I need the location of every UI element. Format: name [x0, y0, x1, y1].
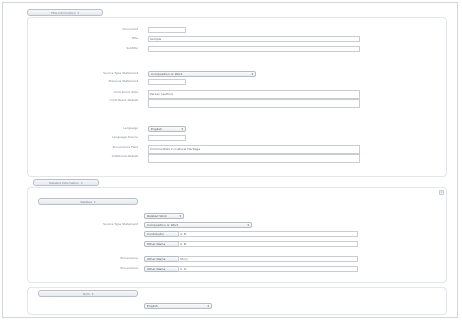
- previous-statement-field[interactable]: [148, 79, 186, 85]
- additional-details-label: Additional Details: [111, 154, 138, 158]
- title-information-section: Document Title Sample Subtitle Source Ty…: [27, 17, 447, 177]
- contributor-details-label: Contributor Details: [109, 98, 138, 102]
- language-source-label: Language Source: [111, 135, 138, 139]
- term-value: English: [147, 304, 158, 308]
- contributor-role-label: Contributor Role: [113, 90, 138, 94]
- chevron-down-icon: ▾: [247, 223, 249, 227]
- title-information-tab[interactable]: Title Information ▾: [27, 9, 103, 16]
- provenance-field[interactable]: Communities in Cultural Heritage: [148, 145, 360, 154]
- chevron-down-icon: ▾: [251, 72, 253, 76]
- term-select[interactable]: English ▾: [144, 303, 212, 309]
- tab-label: Related: [80, 199, 92, 204]
- chevron-down-icon: ▾: [207, 304, 209, 308]
- provenance-type-value: Other Name: [147, 257, 166, 261]
- source-type-label: Source Type Statement: [103, 71, 138, 75]
- related-source-type-value: Composition or Work: [147, 223, 179, 227]
- language-value: English: [151, 127, 162, 131]
- provenance-label: Provenance Field: [112, 145, 138, 149]
- tab-label: Term: [82, 291, 90, 296]
- contributor-details-field[interactable]: [148, 99, 360, 108]
- related-source-type-label: Source Type Statement: [103, 222, 138, 226]
- additional-details-field[interactable]: [148, 154, 360, 163]
- title-label: Title: [131, 36, 138, 40]
- provenance-type-2-value: Other Name: [147, 267, 166, 271]
- provenance-row-label: Provenance: [120, 256, 138, 260]
- related-type-select[interactable]: Related Work ▾: [144, 213, 184, 219]
- provenance-value-2-field[interactable]: C. D.: [178, 266, 358, 272]
- contributor-type-value: Contributor: [147, 232, 165, 236]
- chevron-down-icon: ▾: [93, 199, 96, 204]
- source-type-value: Composition or Work: [151, 72, 183, 76]
- chevron-down-icon: ▾: [77, 10, 80, 15]
- other-name-field[interactable]: A. B.: [178, 241, 358, 247]
- provenance-row-2-label: Provenance: [120, 266, 138, 270]
- related-group-tab[interactable]: Related ▾: [38, 198, 138, 205]
- chevron-down-icon: ▾: [179, 214, 181, 218]
- document-field[interactable]: [148, 27, 186, 33]
- related-information-tab[interactable]: Related Information ▾: [33, 179, 99, 186]
- language-source-field[interactable]: [148, 135, 186, 141]
- term-section: Term ▾ English ▾: [27, 287, 447, 315]
- chevron-down-icon: ▾: [91, 291, 94, 296]
- tab-label: Related Information: [49, 180, 80, 185]
- form-window: Title Information ▾ Document Title Sampl…: [2, 2, 458, 318]
- related-type-value: Related Work: [147, 214, 167, 218]
- related-information-section: × Related ▾ Related Work ▾ Source Type S…: [27, 187, 447, 283]
- previous-statement-label: Previous Statement: [108, 79, 138, 83]
- provenance-value-field[interactable]: Story: [178, 256, 358, 262]
- other-name-value: Other Name: [147, 242, 166, 246]
- contributor-role-field[interactable]: Person (author): [148, 90, 360, 99]
- chevron-down-icon: ▾: [81, 180, 83, 185]
- subtitle-label: Subtitle: [126, 46, 138, 50]
- term-tab[interactable]: Term ▾: [38, 290, 138, 297]
- document-label: Document: [122, 27, 138, 31]
- related-source-type-select[interactable]: Composition or Work ▾: [144, 222, 252, 228]
- contributor-value-field[interactable]: A. B.: [178, 231, 358, 237]
- language-label: Language: [123, 126, 138, 130]
- close-icon[interactable]: ×: [439, 190, 444, 195]
- tab-label: Title Information: [50, 10, 76, 15]
- language-select[interactable]: English ▾: [148, 126, 186, 132]
- chevron-down-icon: ▾: [181, 127, 183, 131]
- title-field[interactable]: Sample: [148, 36, 360, 42]
- source-type-select[interactable]: Composition or Work ▾: [148, 71, 256, 77]
- subtitle-field[interactable]: [148, 46, 360, 52]
